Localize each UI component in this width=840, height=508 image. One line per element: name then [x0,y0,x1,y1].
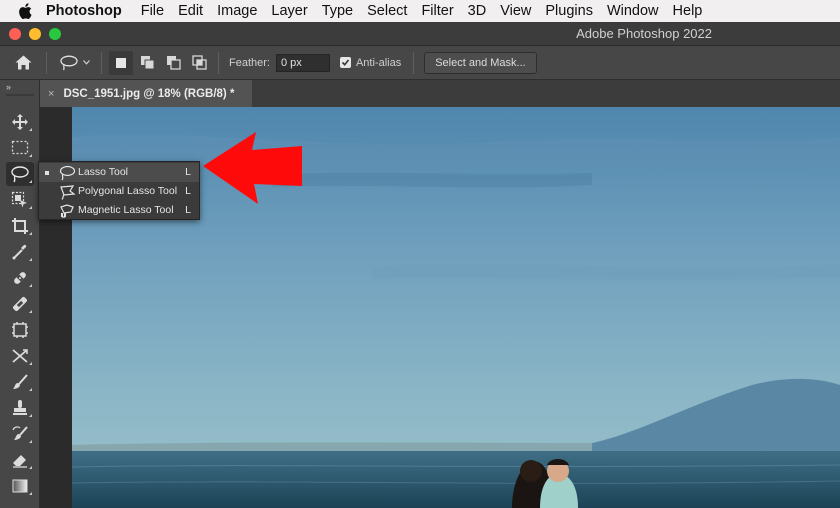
crop-tool-icon[interactable] [6,214,34,238]
menu-image[interactable]: Image [210,0,264,22]
close-window-button[interactable] [9,28,21,40]
feather-control: Feather: [219,53,340,72]
eyedropper-tool-icon[interactable] [6,240,34,264]
intersect-selection-icon [191,55,207,70]
marquee-tool-icon[interactable] [6,136,34,160]
chevron-down-icon [82,60,90,65]
polygonal-lasso-icon [58,183,76,200]
intersect-selection-button[interactable] [187,51,211,75]
flyout-item-label: Magnetic Lasso Tool [78,204,174,216]
content-aware-move-icon[interactable] [6,344,34,368]
shortcut-key: L [185,185,191,197]
lasso-icon [59,55,78,70]
checkmark-icon [341,59,350,66]
add-to-selection-button[interactable] [135,51,159,75]
object-select-tool-icon[interactable] [6,188,34,212]
move-tool-icon[interactable] [6,110,34,134]
collapse-panel-button[interactable]: ›› [6,82,11,92]
document-tab[interactable]: × DSC_1951.jpg @ 18% (RGB/8) * [40,80,252,107]
menu-layer[interactable]: Layer [264,0,314,22]
panel-grip[interactable] [6,94,34,96]
red-arrow-annotation [203,132,302,204]
separator [413,51,415,74]
window-title: Adobe Photoshop 2022 [576,26,712,41]
anti-alias-control[interactable]: Anti-alias [339,56,413,69]
apple-icon[interactable] [14,3,36,19]
frame-tool-icon[interactable] [6,318,34,342]
menu-filter[interactable]: Filter [414,0,460,22]
menu-photoshop[interactable]: Photoshop [36,0,134,22]
subtract-from-selection-button[interactable] [161,51,185,75]
menu-type[interactable]: Type [315,0,360,22]
lasso-tool-icon[interactable] [6,162,34,186]
document-tab-label: DSC_1951.jpg @ 18% (RGB/8) * [63,87,235,100]
window-title-bar: Adobe Photoshop 2022 [0,22,840,46]
menu-bar: Photoshop File Edit Image Layer Type Sel… [0,0,840,22]
flyout-item-lasso-tool[interactable]: Lasso Tool L [39,163,199,182]
menu-3d[interactable]: 3D [461,0,494,22]
magnetic-lasso-icon [58,202,76,219]
menu-view[interactable]: View [493,0,538,22]
menu-plugins[interactable]: Plugins [538,0,600,22]
flyout-item-magnetic-lasso-tool[interactable]: Magnetic Lasso Tool L [39,201,199,220]
menu-window[interactable]: Window [600,0,666,22]
anti-alias-checkbox[interactable] [339,57,351,68]
history-brush-tool-icon[interactable] [6,422,34,446]
document-tab-bar: × DSC_1951.jpg @ 18% (RGB/8) * [40,80,840,107]
new-selection-button[interactable] [109,50,133,75]
anti-alias-label: Anti-alias [355,56,402,69]
feather-label: Feather: [229,56,270,69]
eraser-tool-icon[interactable] [6,448,34,472]
flyout-item-polygonal-lasso-tool[interactable]: Polygonal Lasso Tool L [39,182,199,201]
feather-input[interactable] [275,53,330,72]
menu-edit[interactable]: Edit [171,0,210,22]
minimize-window-button[interactable] [29,28,41,40]
flyout-item-label: Polygonal Lasso Tool [78,185,178,197]
patch-tool-icon[interactable] [6,292,34,316]
select-and-mask-button[interactable]: Select and Mask... [424,51,537,74]
home-button[interactable] [0,46,46,80]
selected-indicator [45,171,49,175]
zoom-window-button[interactable] [49,28,61,40]
shortcut-key: L [185,166,191,178]
menu-file[interactable]: File [134,0,171,22]
close-tab-button[interactable]: × [48,88,54,100]
selection-mode-group [102,50,218,75]
menu-help[interactable]: Help [666,0,710,22]
clone-stamp-tool-icon[interactable] [6,396,34,420]
tools-panel: ›› [0,80,40,508]
brush-tool-icon[interactable] [6,370,34,394]
subtract-selection-icon [166,56,181,70]
lasso-icon [58,164,76,181]
healing-brush-tool-icon[interactable] [6,266,34,290]
add-selection-icon [140,56,154,70]
lasso-tools-flyout: Lasso Tool L Polygonal Lasso Tool L Magn… [38,161,200,220]
menu-select[interactable]: Select [360,0,414,22]
home-icon [15,55,31,70]
shortcut-key: L [185,204,191,216]
new-selection-icon [116,57,126,68]
flyout-item-label: Lasso Tool [78,166,129,178]
options-bar: Feather: Anti-alias Select and Mask... [0,46,840,80]
tool-preset-picker[interactable] [47,46,101,80]
photoshop-window: Photoshop File Edit Image Layer Type Sel… [0,0,840,508]
gradient-tool-icon[interactable] [6,474,34,498]
